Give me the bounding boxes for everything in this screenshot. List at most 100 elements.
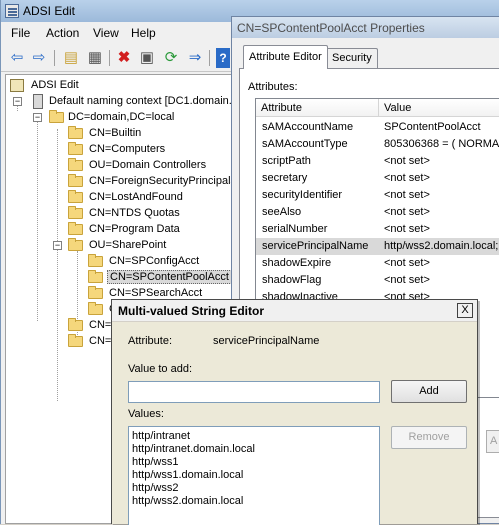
folder-icon bbox=[68, 126, 83, 139]
attribute-name-cell: sAMAccountName bbox=[262, 121, 354, 133]
tree-node-container[interactable]: CN=ForeignSecurityPrincipals bbox=[68, 174, 243, 190]
attribute-row[interactable]: securityIdentifier <not set> bbox=[256, 187, 499, 204]
attribute-row[interactable]: secretary <not set> bbox=[256, 170, 499, 187]
attribute-name-cell: shadowExpire bbox=[262, 257, 332, 269]
attribute-label: Attribute: bbox=[128, 335, 173, 347]
attribute-row[interactable]: shadowExpire <not set> bbox=[256, 255, 499, 272]
tree-node-domain[interactable]: − DC=domain,DC=local bbox=[33, 110, 243, 126]
folder-icon bbox=[68, 238, 83, 251]
attribute-value-cell: <not set> bbox=[384, 172, 430, 184]
tree-node-root[interactable]: ADSI Edit bbox=[10, 78, 240, 94]
server-icon bbox=[33, 94, 43, 109]
multi-valued-string-editor: Multi-valued String Editor X Attribute: … bbox=[111, 299, 478, 525]
tree-node-account-selected[interactable]: CN=SPContentPoolAcct bbox=[88, 270, 243, 286]
attribute-name-cell: shadowFlag bbox=[262, 274, 322, 286]
values-label: Values: bbox=[128, 408, 164, 420]
list-item[interactable]: http/intranet.domain.local bbox=[132, 443, 255, 455]
tree-node-sharepoint[interactable]: − OU=SharePoint bbox=[53, 238, 243, 254]
list-item[interactable]: http/wss1 bbox=[132, 456, 178, 468]
show-hide-tree-icon[interactable]: ▦ bbox=[85, 48, 105, 68]
remove-button[interactable]: Remove bbox=[391, 426, 467, 449]
value-to-add-input[interactable] bbox=[128, 381, 380, 403]
folder-icon bbox=[68, 174, 83, 187]
folder-icon bbox=[68, 190, 83, 203]
folder-icon bbox=[68, 206, 83, 219]
folder-icon bbox=[68, 222, 83, 235]
attribute-row[interactable]: scriptPath <not set> bbox=[256, 153, 499, 170]
refresh-icon[interactable]: ⟳ bbox=[161, 48, 181, 68]
export-list-icon[interactable]: ⇒ bbox=[185, 48, 205, 68]
partial-button[interactable]: A bbox=[486, 430, 499, 453]
attribute-name: servicePrincipalName bbox=[213, 335, 320, 347]
folder-icon bbox=[88, 286, 103, 299]
delete-icon[interactable]: ✖ bbox=[114, 48, 134, 68]
attribute-row[interactable]: servicePrincipalName http/wss2.domain.loc… bbox=[256, 238, 499, 255]
attribute-name-cell: securityIdentifier bbox=[262, 189, 343, 201]
attribute-name-cell: secretary bbox=[262, 172, 308, 184]
attribute-row[interactable]: seeAlso <not set> bbox=[256, 204, 499, 221]
dialog-title: Multi-valued String Editor bbox=[118, 304, 264, 318]
attribute-row[interactable]: shadowFlag <not set> bbox=[256, 272, 499, 289]
list-item[interactable]: http/wss2 bbox=[132, 482, 178, 494]
folder-icon bbox=[88, 270, 103, 283]
up-folder-icon[interactable]: ▤ bbox=[61, 48, 81, 68]
menu-help[interactable]: Help bbox=[131, 26, 156, 40]
column-header-value[interactable]: Value bbox=[379, 99, 499, 117]
tree-node-container[interactable]: CN=NTDS Quotas bbox=[68, 206, 243, 222]
folder-icon bbox=[68, 158, 83, 171]
menu-file[interactable]: File bbox=[11, 26, 30, 40]
properties-titlebar[interactable]: CN=SPContentPoolAcct Properties bbox=[232, 17, 499, 38]
menu-view[interactable]: View bbox=[93, 26, 119, 40]
toolbar-separator bbox=[54, 50, 55, 66]
value-to-add-label: Value to add: bbox=[128, 363, 193, 375]
folder-icon bbox=[68, 334, 83, 347]
adsi-app-icon bbox=[5, 4, 19, 18]
properties-icon[interactable]: ▣ bbox=[137, 48, 157, 68]
tree-node-container[interactable]: CN=Computers bbox=[68, 142, 243, 158]
tree-node-naming-context[interactable]: − Default naming context [DC1.domain.l bbox=[13, 94, 243, 110]
tab-security[interactable]: Security bbox=[326, 48, 378, 68]
close-icon[interactable]: X bbox=[457, 303, 473, 318]
attribute-value-cell: <not set> bbox=[384, 155, 430, 167]
folder-icon bbox=[68, 142, 83, 155]
attribute-value-cell: <not set> bbox=[384, 274, 430, 286]
tree-node-container[interactable]: CN=Program Data bbox=[68, 222, 243, 238]
list-item[interactable]: http/wss2.domain.local bbox=[132, 495, 243, 507]
tree-node-account[interactable]: CN=SPConfigAcct bbox=[88, 254, 243, 270]
help-icon[interactable]: ? bbox=[216, 48, 230, 68]
forward-arrow-icon[interactable]: ⇨ bbox=[29, 48, 49, 68]
add-button[interactable]: Add bbox=[391, 380, 467, 403]
list-item[interactable]: http/intranet bbox=[132, 430, 190, 442]
tab-attribute-editor[interactable]: Attribute Editor bbox=[243, 45, 328, 69]
list-item[interactable]: http/wss1.domain.local bbox=[132, 469, 243, 481]
dialog-titlebar[interactable]: Multi-valued String Editor X bbox=[112, 300, 477, 322]
tree-node-container[interactable]: CN=Builtin bbox=[68, 126, 243, 142]
attributes-caption: Attributes: bbox=[248, 81, 298, 93]
toolbar-separator bbox=[209, 50, 210, 66]
collapse-icon[interactable]: − bbox=[13, 97, 22, 106]
attribute-row[interactable]: sAMAccountType 805306368 = ( NORMAL bbox=[256, 136, 499, 153]
attribute-row[interactable]: serialNumber <not set> bbox=[256, 221, 499, 238]
menu-action[interactable]: Action bbox=[46, 26, 79, 40]
folder-icon bbox=[68, 318, 83, 331]
back-arrow-icon[interactable]: ⇦ bbox=[7, 48, 27, 68]
attribute-value-cell: http/wss2.domain.local; h bbox=[384, 240, 499, 252]
attribute-value-cell: <not set> bbox=[384, 189, 430, 201]
attribute-name-cell: sAMAccountType bbox=[262, 138, 348, 150]
attribute-row[interactable]: sAMAccountName SPContentPoolAcct bbox=[256, 119, 499, 136]
attribute-name-cell: serialNumber bbox=[262, 223, 328, 235]
attribute-name-cell: servicePrincipalName bbox=[262, 240, 369, 252]
collapse-icon[interactable]: − bbox=[53, 241, 62, 250]
tree-node-container[interactable]: OU=Domain Controllers bbox=[68, 158, 243, 174]
collapse-icon[interactable]: − bbox=[33, 113, 42, 122]
column-header-attribute[interactable]: Attribute bbox=[256, 99, 379, 117]
attribute-value-cell: SPContentPoolAcct bbox=[384, 121, 481, 133]
adsi-edit-icon bbox=[10, 79, 24, 92]
attribute-value-cell: <not set> bbox=[384, 223, 430, 235]
folder-icon bbox=[88, 254, 103, 267]
attribute-value-cell: <not set> bbox=[384, 257, 430, 269]
values-list[interactable]: http/intranet http/intranet.domain.local… bbox=[128, 426, 380, 525]
attribute-name-cell: scriptPath bbox=[262, 155, 311, 167]
tree-node-container[interactable]: CN=LostAndFound bbox=[68, 190, 243, 206]
attribute-name-cell: seeAlso bbox=[262, 206, 302, 218]
